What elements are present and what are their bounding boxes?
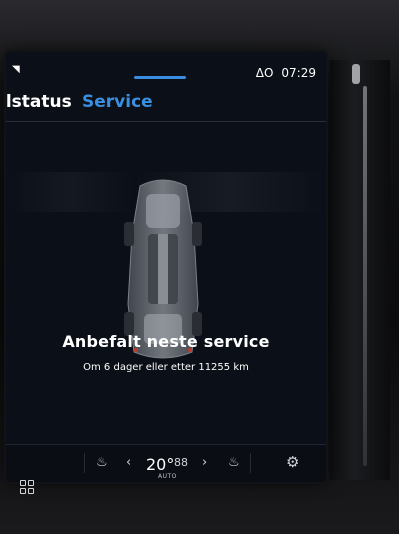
tab-status[interactable]: ilstatus [6, 92, 72, 112]
tab-bar: ilstatus Service [6, 92, 326, 118]
infotainment-screen: ◥ ᐃO 07:29 ilstatus Service Anbefalt nes… [6, 52, 326, 482]
photo-frame: ◥ ᐃO 07:29 ilstatus Service Anbefalt nes… [0, 0, 399, 534]
seat-heat-right-icon[interactable]: ♨ [228, 455, 240, 470]
gear-icon[interactable]: ⚙ [286, 453, 299, 471]
status-right: ᐃO 07:29 [256, 66, 316, 80]
separator [84, 453, 85, 473]
temp-up-chevron-icon[interactable]: › [202, 455, 207, 470]
climate-bar: ♨ ‹ 20° 88 AUTO › ♨ ⚙ [6, 444, 326, 482]
grid-icon[interactable] [20, 480, 36, 496]
clock: 07:29 [281, 66, 316, 80]
service-title: Anbefalt neste service [62, 332, 270, 351]
temp-down-chevron-icon[interactable]: ‹ [126, 455, 131, 470]
connection-status: ᐃO [255, 66, 274, 80]
separator [250, 453, 251, 473]
page-indicator [134, 76, 186, 79]
service-panel: Anbefalt neste service Om 6 dager eller … [6, 122, 326, 442]
climate-auto-label: AUTO [158, 473, 177, 480]
fan-icon[interactable]: 88 [174, 456, 188, 469]
service-subtitle: Om 6 dager eller etter 11255 km [83, 362, 249, 373]
bezel-gloss [352, 64, 360, 84]
wifi-icon: ◥ [12, 64, 20, 75]
bezel-edge [363, 86, 367, 466]
status-bar: ◥ ᐃO 07:29 [6, 62, 326, 82]
seat-heat-icon[interactable]: ♨ [96, 455, 108, 470]
bezel-reflection [330, 60, 390, 480]
tab-service[interactable]: Service [82, 92, 153, 112]
temperature-value[interactable]: 20° [146, 455, 174, 474]
